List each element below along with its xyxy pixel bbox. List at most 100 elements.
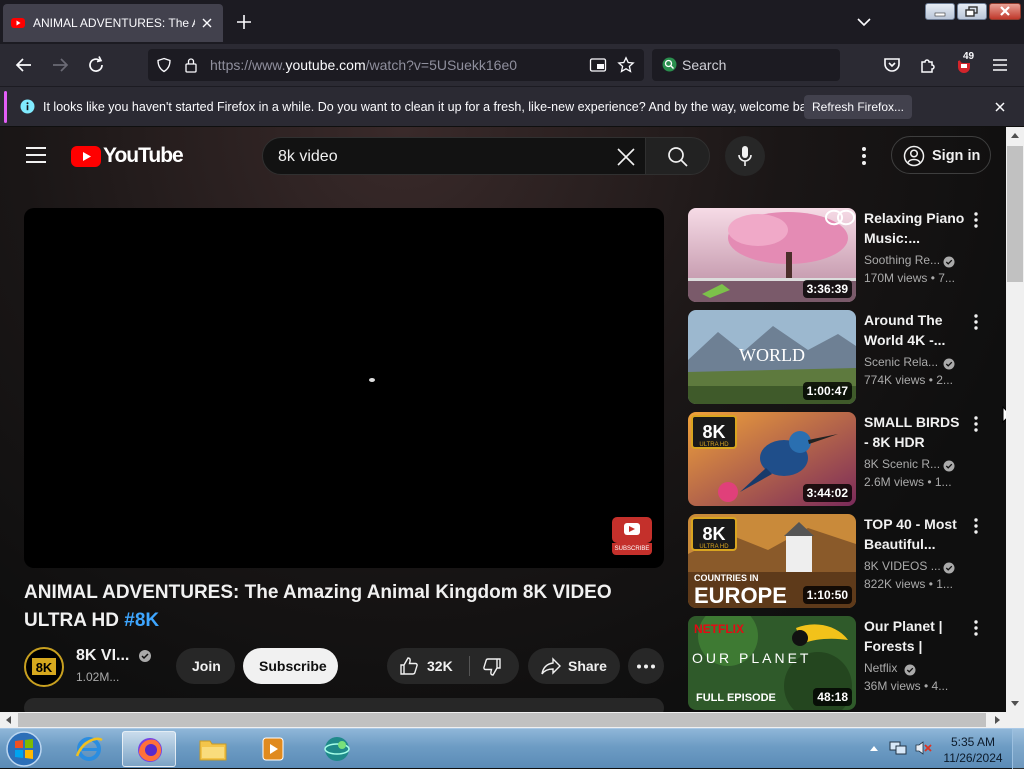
clear-search-icon[interactable] [615,146,637,168]
channel-avatar[interactable]: 8K [24,647,64,687]
video-title[interactable]: Around The World 4K -... [864,310,966,350]
forward-icon[interactable] [48,53,72,77]
extensions-puzzle-icon[interactable] [916,53,940,77]
channel-name[interactable]: 8K VIDEOS ... [864,559,941,573]
close-tab-icon[interactable] [199,15,215,31]
video-title[interactable]: Relaxing Piano Music:... [864,208,966,248]
video-title[interactable]: SMALL BIRDS - 8K HDR 60FP... [864,412,966,452]
verified-icon [139,650,151,662]
show-hidden-icons-icon[interactable] [870,745,878,751]
restore-button[interactable] [957,3,987,20]
voice-search-button[interactable] [725,136,765,176]
new-tab-icon[interactable] [234,12,254,32]
video-thumbnail[interactable]: NETFLIX OUR PLANET FULL EPISODE 48:18 [688,616,856,710]
start-button-icon[interactable] [4,730,44,768]
video-thumbnail[interactable]: WORLD 1:00:47 [688,310,856,404]
scroll-left-icon[interactable] [5,716,11,724]
firefox-icon [138,738,162,762]
navigation-toolbar: https://www.youtube.com/watch?v=5USuekk1… [0,44,1024,86]
taskbar-file-explorer[interactable] [186,731,240,767]
more-actions-button[interactable] [628,648,664,684]
bookmark-star-icon[interactable] [617,56,635,74]
video-thumbnail[interactable]: 8K ULTRA HD COUNTRIES IN EUROPE 1:10:50 [688,514,856,608]
close-window-button[interactable] [989,3,1021,20]
info-icon [20,99,35,114]
address-bar[interactable]: https://www.youtube.com/watch?v=5USuekk1… [148,49,644,81]
network-tray-icon[interactable] [889,740,907,756]
video-title[interactable]: TOP 40 - Most Beautiful... [864,514,966,554]
youtube-logo-text[interactable]: YouTube [103,144,184,168]
join-button[interactable]: Join [176,648,235,684]
reload-icon[interactable] [84,53,108,77]
thumbnail-text: WORLD [739,345,805,365]
more-options-icon[interactable] [968,314,984,330]
sign-in-button[interactable]: Sign in [891,136,991,174]
hashtag-link[interactable]: #8K [124,610,159,631]
hamburger-menu-icon[interactable] [988,53,1012,77]
horizontal-scroll-thumb[interactable] [18,713,986,727]
pocket-icon[interactable] [880,53,904,77]
picture-in-picture-icon[interactable] [589,57,607,73]
share-icon [541,657,561,675]
tab-bar: ANIMAL ADVENTURES: The Ama [0,0,1024,44]
more-options-icon[interactable] [968,212,984,228]
browser-tab[interactable]: ANIMAL ADVENTURES: The Ama [3,4,223,42]
vertical-scroll-thumb[interactable] [1007,146,1023,282]
video-title[interactable]: Our Planet | Forests | FULL... [864,616,966,656]
refresh-firefox-button[interactable]: Refresh Firefox... [804,95,912,119]
scroll-down-icon[interactable] [1011,701,1019,707]
dislike-button[interactable] [470,648,519,684]
svg-text:8K: 8K [36,660,53,675]
list-all-tabs-icon[interactable] [855,14,873,30]
taskbar-media-player[interactable] [246,731,300,767]
like-button[interactable]: 32K [387,648,469,684]
video-duration: 3:36:39 [802,280,852,298]
youtube-search-button[interactable] [645,137,710,175]
channel-name[interactable]: 8K VI... [76,647,129,665]
video-thumbnail[interactable]: 3:36:39 [688,208,856,302]
scroll-right-icon[interactable] [995,716,1001,724]
description-box[interactable] [24,698,664,712]
taskbar-internet-explorer[interactable] [62,731,116,767]
scroll-up-icon[interactable] [1011,132,1019,138]
youtube-favicon-icon [11,18,25,28]
recommended-video[interactable]: 8K ULTRA HD 3:44:02 SMALL BIRDS - 8K HDR… [688,412,988,508]
thumbs-up-icon [400,657,418,675]
subscribe-button[interactable]: Subscribe [243,648,338,684]
recommended-video[interactable]: 8K ULTRA HD COUNTRIES IN EUROPE 1:10:50 … [688,514,988,610]
search-placeholder: Search [682,57,727,73]
recommended-video[interactable]: 3:36:39 Relaxing Piano Music:... Soothin… [688,208,988,304]
channel-name[interactable]: Soothing Re... [864,253,940,267]
browser-search-field[interactable]: Search [652,49,840,81]
channel-name[interactable]: Netflix [864,661,897,675]
youtube-logo-icon[interactable] [71,146,101,167]
channel-name[interactable]: Scenic Rela... [864,355,938,369]
subscribe-watermark[interactable]: SUBSCRIBE [612,517,652,555]
volume-muted-icon[interactable] [914,740,932,756]
url-text: https://www.youtube.com/watch?v=5USuekk1… [210,57,518,73]
show-desktop-button[interactable] [1012,729,1024,769]
youtube-search-input[interactable]: 8k video [262,137,646,175]
more-options-icon[interactable] [968,416,984,432]
notification-message: It looks like you haven't started Firefo… [43,100,823,114]
back-icon[interactable] [12,53,36,77]
lock-icon[interactable] [184,57,198,73]
tracking-protection-shield-icon[interactable] [156,57,172,73]
video-thumbnail[interactable]: 8K ULTRA HD 3:44:02 [688,412,856,506]
more-options-icon[interactable] [968,620,984,636]
close-notification-icon[interactable] [992,99,1008,115]
verified-icon [904,664,916,676]
taskbar-firefox[interactable] [122,731,176,767]
minimize-button[interactable] [925,3,955,20]
clock-date: 11/26/2024 [943,751,1003,765]
channel-name[interactable]: 8K Scenic R... [864,457,940,471]
recommended-video[interactable]: WORLD 1:00:47 Around The World 4K -... S… [688,310,988,406]
settings-dots-icon[interactable] [856,146,872,166]
video-player[interactable]: SUBSCRIBE [24,208,664,568]
guide-menu-icon[interactable] [25,146,47,164]
recommended-video[interactable]: NETFLIX OUR PLANET FULL EPISODE 48:18 Ou… [688,616,988,712]
taskbar-app[interactable] [310,731,364,767]
share-button[interactable]: Share [528,648,620,684]
system-clock[interactable]: 5:35 AM 11/26/2024 [940,734,1006,766]
more-options-icon[interactable] [968,518,984,534]
